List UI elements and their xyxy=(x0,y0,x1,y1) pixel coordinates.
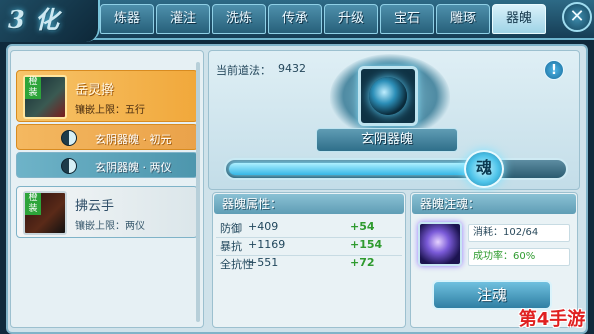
soul-title: 玄阴器魄 xyxy=(316,128,458,152)
tab-soul[interactable]: 器魄 xyxy=(492,4,546,34)
info-button[interactable]: ! xyxy=(544,60,564,80)
glove-thumbnail: 橙装 xyxy=(23,191,67,235)
equipment-slot-limit: 镶嵌上限：两仪 xyxy=(75,221,145,232)
quality-tag: 橙装 xyxy=(25,193,41,215)
attribute-value: +409 xyxy=(248,220,279,233)
soul-item-liangyi[interactable]: 玄阴器魄 · 两仪 xyxy=(16,152,198,178)
weapon-thumbnail: 橙装 xyxy=(23,75,67,119)
yin-yang-icon xyxy=(61,158,77,174)
tab-wash[interactable]: 洗炼 xyxy=(212,4,266,34)
inject-header: 器魄注魂： xyxy=(412,194,576,214)
yin-yang-icon xyxy=(61,130,77,146)
attribute-value: +551 xyxy=(248,256,279,269)
attribute-row: 防御 +409 +54 xyxy=(220,220,400,238)
dao-value: 9432 xyxy=(278,62,306,75)
tab-bar: 炼器 灌注 洗炼 传承 升级 宝石 雕琢 器魄 xyxy=(100,4,548,34)
tab-inherit[interactable]: 传承 xyxy=(268,4,322,34)
soul-material-icon[interactable] xyxy=(418,222,462,266)
soul-progress-fill xyxy=(229,163,496,175)
equipment-name: 岳灵擀 xyxy=(75,83,115,98)
inject-success-rate: 成功率：60% xyxy=(468,248,570,266)
tab-carve[interactable]: 雕琢 xyxy=(436,4,490,34)
soul-progress-knob: 魂 xyxy=(464,150,504,188)
attribute-bonus: +154 xyxy=(350,238,383,251)
dao-label: 当前道法： xyxy=(216,64,271,77)
soul-item-chuyuan[interactable]: 玄阴器魄 · 初元 xyxy=(16,124,198,150)
quality-tag: 橙装 xyxy=(25,77,41,99)
game-logo: 3 化 xyxy=(0,0,100,42)
equipment-card-fuyun[interactable]: 橙装 拂云手 镶嵌上限：两仪 xyxy=(16,186,198,238)
equipment-card-yueling[interactable]: 橙装 岳灵擀 镶嵌上限：五行 xyxy=(16,70,198,122)
attribute-value: +1169 xyxy=(248,238,286,251)
tab-refine[interactable]: 炼器 xyxy=(100,4,154,34)
soul-progress-bar xyxy=(224,158,568,180)
tab-infuse[interactable]: 灌注 xyxy=(156,4,210,34)
soul-gem-icon xyxy=(369,77,407,115)
soul-item-label: 玄阴器魄 · 两仪 xyxy=(95,161,172,174)
soul-item-label: 玄阴器魄 · 初元 xyxy=(95,133,172,146)
attribute-name: 防御 xyxy=(220,222,242,235)
attribute-name: 暴抗 xyxy=(220,240,242,253)
site-watermark: 第4手游 xyxy=(518,309,586,330)
attribute-row: 暴抗 +1169 +154 xyxy=(220,238,400,256)
inject-cost: 消耗：102/64 xyxy=(468,224,570,242)
attribute-row: 全抗性 +551 +72 xyxy=(220,256,400,274)
list-scrollbar[interactable] xyxy=(196,62,200,322)
close-button[interactable]: ✕ xyxy=(562,2,592,32)
attribute-bonus: +72 xyxy=(350,256,375,269)
tab-gem[interactable]: 宝石 xyxy=(380,4,434,34)
attribute-header: 器魄属性： xyxy=(214,194,404,214)
tab-upgrade[interactable]: 升级 xyxy=(324,4,378,34)
soul-gem-frame[interactable] xyxy=(358,66,418,126)
attribute-bonus: +54 xyxy=(350,220,375,233)
equipment-slot-limit: 镶嵌上限：五行 xyxy=(75,105,145,116)
equipment-name: 拂云手 xyxy=(75,199,115,214)
